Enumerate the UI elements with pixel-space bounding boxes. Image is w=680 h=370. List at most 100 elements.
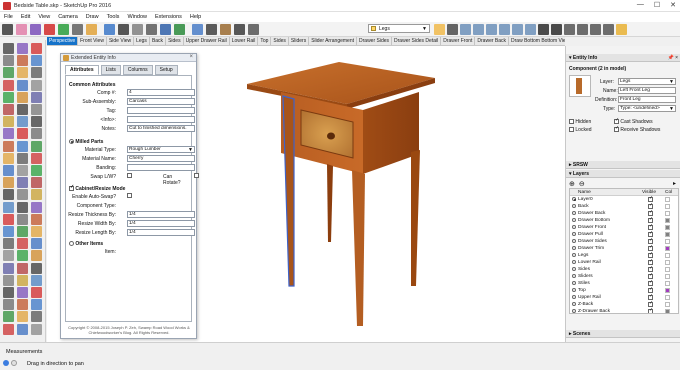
push-pull-tool-icon[interactable] — [31, 152, 42, 164]
scene-tab[interactable]: Legs — [134, 37, 150, 45]
layer-color-swatch[interactable] — [665, 211, 670, 216]
circle-tool-icon[interactable] — [31, 140, 42, 152]
component-tool-icon[interactable] — [17, 287, 28, 298]
material-type-select[interactable]: Rough Lumber ▼ — [127, 146, 195, 153]
top-view-icon[interactable] — [473, 24, 484, 35]
left-view-icon[interactable] — [525, 24, 536, 35]
eraser-tool-icon[interactable] — [17, 128, 28, 140]
select-tool-icon[interactable] — [17, 201, 28, 213]
add-layer-icon[interactable]: ⊕ — [569, 180, 575, 188]
axes-tool-icon[interactable] — [31, 274, 42, 286]
dimension-tool-icon[interactable] — [31, 262, 42, 274]
active-layer-radio[interactable] — [572, 288, 576, 292]
minimize-button[interactable]: — — [637, 1, 644, 9]
layer-name[interactable]: Top — [578, 287, 586, 294]
active-layer-radio[interactable] — [572, 281, 576, 285]
pin-icon[interactable]: 📌 × — [667, 54, 678, 62]
protractor-tool-icon[interactable] — [17, 189, 28, 201]
banding-field[interactable] — [127, 164, 195, 171]
layer-name[interactable]: Drawer Sides — [578, 238, 607, 245]
line-tool-icon[interactable] — [17, 213, 28, 225]
circle-tool-icon[interactable] — [3, 67, 14, 79]
menu-help[interactable]: Help — [190, 14, 201, 20]
active-layer-radio[interactable] — [572, 295, 576, 299]
arc-tool-icon[interactable] — [17, 299, 28, 311]
layer-row[interactable]: Lower Rail — [570, 258, 678, 266]
paint-icon[interactable] — [30, 24, 41, 35]
rotate-tool-icon[interactable] — [31, 79, 42, 91]
layer-name[interactable]: Drawer Bottom — [578, 217, 610, 224]
layer-name[interactable]: Stiles — [578, 280, 590, 287]
move-tool-icon[interactable] — [3, 165, 14, 176]
layer-color-swatch[interactable] — [665, 288, 670, 293]
layer-color-swatch[interactable] — [665, 239, 670, 244]
scenes-tray-header[interactable]: ▸ Scenes — [566, 330, 680, 338]
rectangle-tool-icon[interactable] — [17, 140, 28, 152]
layer-color-swatch[interactable] — [665, 281, 670, 286]
rectangle-tool-icon[interactable] — [31, 299, 42, 311]
text-tool-icon[interactable] — [31, 189, 42, 201]
active-layer-radio[interactable] — [572, 267, 576, 271]
text-tool-icon[interactable] — [3, 116, 14, 128]
rs-icon[interactable] — [551, 24, 562, 35]
tape-measure-tool-icon[interactable] — [31, 177, 42, 189]
component-tool-icon[interactable] — [3, 128, 14, 140]
scale-tool-icon[interactable] — [3, 91, 14, 103]
eraser-icon[interactable] — [16, 24, 27, 35]
layer-name[interactable]: Z-Drawer Back — [578, 308, 610, 313]
layer-color-swatch[interactable] — [665, 302, 670, 307]
active-layer-radio[interactable] — [572, 232, 576, 236]
arc-tool-icon[interactable] — [31, 213, 42, 225]
tab-lists[interactable]: Lists — [100, 65, 121, 75]
active-layer-radio[interactable] — [572, 274, 576, 278]
menu-draw[interactable]: Draw — [86, 14, 99, 20]
layer-row[interactable]: Drawer Trim — [570, 244, 678, 252]
polygon-tool-icon[interactable] — [31, 226, 42, 237]
select-icon[interactable] — [2, 24, 13, 35]
active-layer-radio[interactable] — [572, 218, 576, 222]
camera-icon[interactable] — [447, 24, 458, 35]
move-tool-icon[interactable] — [17, 323, 28, 335]
scene-tab[interactable]: Drawer Sides — [357, 37, 393, 45]
lumber-icon[interactable] — [220, 24, 231, 35]
resize-width-field[interactable]: 1/4 — [127, 220, 195, 227]
help-icon[interactable] — [11, 360, 17, 366]
tool-icon[interactable] — [564, 24, 575, 35]
eraser-tool-icon[interactable] — [3, 213, 14, 225]
follow-me-tool-icon[interactable] — [31, 91, 42, 103]
layer-row[interactable]: Drawer Bottom — [570, 216, 678, 224]
layer-color-swatch[interactable] — [665, 309, 670, 313]
component-icon[interactable] — [132, 24, 143, 35]
axes-tool-icon[interactable] — [17, 116, 28, 128]
hidden-checkbox[interactable] — [569, 119, 574, 125]
rectangle-tool-icon[interactable] — [31, 55, 42, 67]
cast-shadows-checkbox[interactable] — [614, 117, 619, 125]
right-view-icon[interactable] — [499, 24, 510, 35]
layers-details-icon[interactable]: ▸ — [673, 180, 676, 187]
back-view-icon[interactable] — [512, 24, 523, 35]
material-name-field[interactable]: Cherry — [127, 155, 195, 162]
layer-visible-checkbox[interactable] — [648, 307, 653, 313]
scale-tool-icon[interactable] — [17, 250, 28, 262]
line-tool-icon[interactable] — [3, 299, 14, 311]
comp-num-field[interactable]: 4 — [127, 89, 195, 96]
rotate-tool-icon[interactable] — [3, 250, 14, 262]
active-layer-radio[interactable] — [572, 246, 576, 250]
select-tool-icon[interactable] — [31, 116, 42, 128]
layer-select[interactable]: Legs ▼ — [368, 24, 430, 33]
push-pull-tool-icon[interactable] — [17, 238, 28, 250]
rectangle-tool-icon[interactable] — [3, 226, 14, 237]
layer-name[interactable]: Drawer Back — [578, 210, 605, 217]
scene-tab[interactable]: Slider Arrangement — [309, 37, 358, 45]
tape-measure-tool-icon[interactable] — [3, 104, 14, 115]
tape-measure-tool-icon[interactable] — [17, 262, 28, 274]
select-tool-icon[interactable] — [3, 43, 14, 54]
layer-row[interactable]: Drawer Front — [570, 223, 678, 231]
layer-color-swatch[interactable] — [665, 197, 670, 202]
layer-row[interactable]: Back — [570, 202, 678, 210]
scene-tab[interactable]: Upper Drawer Rail — [184, 37, 230, 45]
protractor-tool-icon[interactable] — [3, 274, 14, 286]
menu-tools[interactable]: Tools — [107, 14, 120, 20]
scene-tab[interactable]: Side View — [107, 37, 135, 45]
push-pull-tool-icon[interactable] — [3, 79, 14, 91]
